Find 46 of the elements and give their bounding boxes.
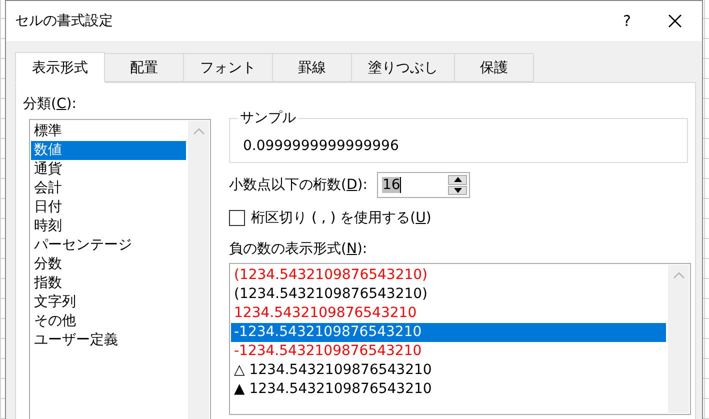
scroll-up-icon [672,271,684,279]
negative-number-option[interactable]: ▲ 1234.5432109876543210 [231,380,666,399]
close-icon [667,13,683,29]
checkbox[interactable] [229,210,245,226]
down-arrow-icon [454,188,462,193]
negative-number-option[interactable]: -1234.5432109876543210 [231,342,666,361]
tab[interactable]: 罫線 [273,53,352,82]
category-item[interactable]: 日付 [31,198,186,217]
category-item[interactable]: パーセンテージ [31,236,186,255]
up-arrow-icon [454,177,462,182]
category-item[interactable]: ユーザー定義 [31,331,186,350]
category-item[interactable]: 時刻 [31,217,186,236]
negative-number-option[interactable]: △ 1234.5432109876543210 [231,361,666,380]
scrollbar[interactable] [188,121,209,419]
decimal-places-spinner[interactable]: 16 [377,172,470,198]
category-item[interactable]: 数値 [31,141,186,160]
negative-number-option[interactable]: (1234.5432109876543210) [231,285,666,304]
category-item[interactable]: 通貨 [31,160,186,179]
help-button[interactable]: ? [604,1,650,41]
negative-number-option[interactable]: -1234.5432109876543210 [231,323,666,342]
category-item[interactable]: 標準 [31,122,186,141]
category-item[interactable]: 会計 [31,179,186,198]
category-item[interactable]: 分数 [31,255,186,274]
tab[interactable]: 配置 [105,53,184,82]
spin-down-button[interactable] [448,186,468,195]
tab[interactable]: 保護 [455,53,534,82]
scrollbar[interactable] [668,265,689,413]
tab[interactable]: 表示形式 [15,52,105,83]
spin-up-button[interactable] [448,175,468,184]
scroll-up-icon [192,127,204,135]
negative-numbers-label: 負の数の表示形式(N): [229,240,368,258]
sample-title: サンプル [238,109,298,127]
category-item[interactable]: 指数 [31,274,186,293]
category-label: 分類(C): [23,95,78,113]
tab[interactable]: フォント [184,53,273,82]
sample-value: 0.0999999999999996 [243,138,399,154]
thousands-separator-label: 桁区切り ( , ) を使用する(U) [251,209,432,227]
negative-number-option[interactable]: (1234.5432109876543210) [231,266,666,285]
category-item[interactable]: 文字列 [31,293,186,312]
tab[interactable]: 塗りつぶし [352,53,455,82]
decimal-places-label: 小数点以下の桁数(D): [229,176,368,194]
negative-number-list[interactable]: (1234.5432109876543210) (1234.5432109876543210) 1234.5432109876543210 -1234.5432109876543210 -1234.5432109876543210 △ 1234.5432109876543210 ▲ 1234.5432109876543210 [229,263,691,415]
category-item[interactable]: その他 [31,312,186,331]
negative-number-option[interactable]: 1234.5432109876543210 [231,304,666,323]
window-title: セルの書式設定 [15,12,114,30]
category-list[interactable]: 標準 数値 通貨 会計 日付 時刻 パーセンテージ 分数 指数 文字列 その他 ユーザー定義 [29,119,211,419]
